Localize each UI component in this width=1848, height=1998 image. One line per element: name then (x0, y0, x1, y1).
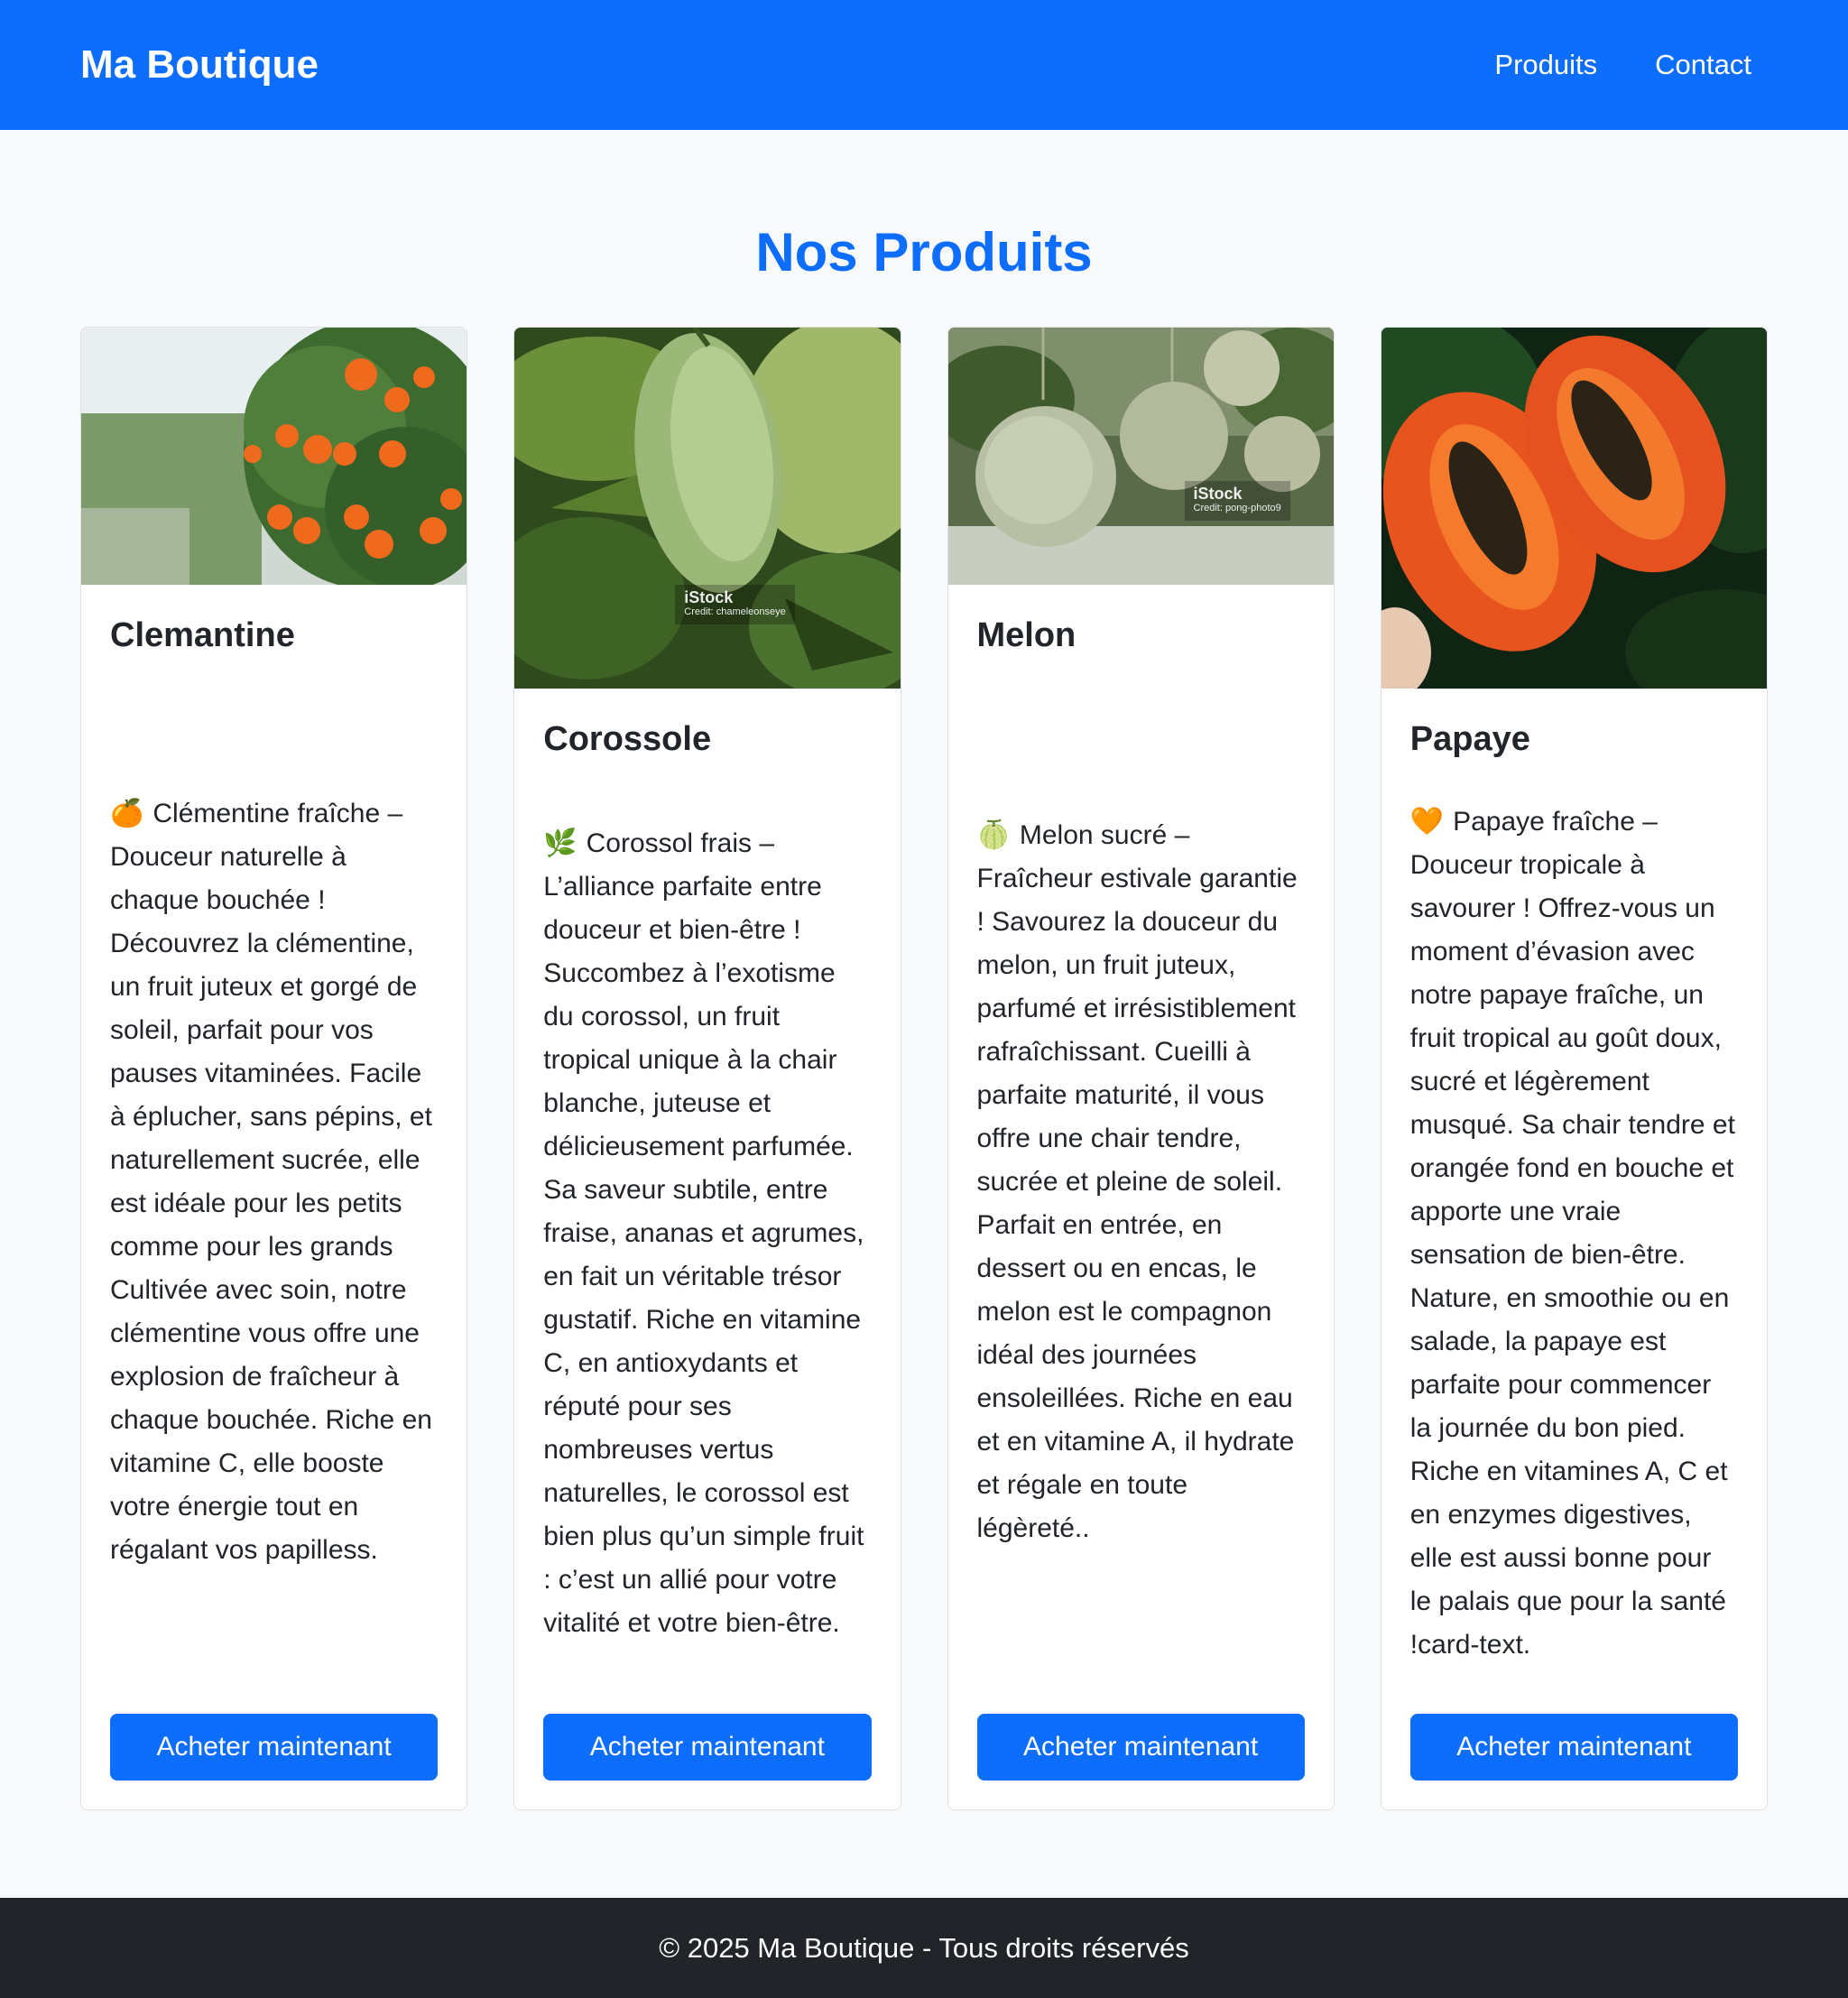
product-title: Papaye (1409, 720, 1530, 758)
herb-icon: 🌿 (543, 828, 578, 858)
card-body: Corossole 🌿 Corossol frais – L’alliance p… (514, 689, 900, 1809)
buy-now-button[interactable]: Acheter maintenant (976, 1714, 1305, 1781)
product-description: 🌿 Corossol frais – L’alliance parfaite en… (543, 775, 871, 1692)
product-title: Corossole (543, 720, 712, 758)
product-description: 🍈 Melon sucré – Fraîcheur estivale garant… (977, 671, 1305, 1692)
orange-heart-icon: 🧡 (1409, 807, 1445, 837)
card-body: Melon 🍈 Melon sucré – Fraîcheur estivale … (948, 585, 1334, 1809)
product-title: Clemantine (110, 616, 295, 654)
stock-watermark: iStock Credit: pong-photo9 (1184, 481, 1290, 521)
description-text: Clémentine fraîche – Douceur naturelle à… (110, 798, 432, 1565)
product-image: iStock Credit: chameleonseye (514, 328, 901, 689)
nav-link-produits[interactable]: Produits (1494, 49, 1597, 81)
product-title: Melon (976, 616, 1076, 654)
buy-now-button[interactable]: Acheter maintenant (110, 1714, 439, 1781)
product-grid: Clemantine 🍊 Clémentine fraîche – Douceur… (80, 327, 1768, 1810)
description-text: Papaye fraîche – Douceur tropicale à sav… (1409, 807, 1735, 1660)
tangerine-icon: 🍊 (110, 798, 144, 828)
copyright-text: © 2025 Ma Boutique - Tous droits réservé… (659, 1931, 1189, 1964)
footer: © 2025 Ma Boutique - Tous droits réservé… (0, 1898, 1848, 1998)
card-body: Papaye 🧡 Papaye fraîche – Douceur tropica… (1381, 689, 1767, 1809)
navbar: Ma Boutique Produits Contact (0, 0, 1848, 130)
nav-links: Produits Contact (1494, 49, 1751, 81)
product-card: iStock Credit: chameleonseye Corossole 🌿… (513, 327, 901, 1810)
buy-now-button[interactable]: Acheter maintenant (543, 1714, 872, 1781)
page-title: Nos Produits (755, 222, 1093, 282)
product-image: iStock Credit: pong-photo9 (947, 328, 1334, 585)
card-body: Clemantine 🍊 Clémentine fraîche – Douceur… (81, 585, 467, 1809)
brand-logo[interactable]: Ma Boutique (80, 42, 319, 88)
stock-watermark: iStock Credit: chameleonseye (675, 585, 795, 624)
description-text: Corossol frais – L’alliance parfaite ent… (543, 828, 864, 1638)
melon-icon: 🍈 (976, 819, 1011, 850)
product-description: 🍊 Clémentine fraîche – Douceur naturelle … (110, 671, 438, 1692)
product-image (81, 328, 467, 585)
nav-link-contact[interactable]: Contact (1655, 49, 1751, 81)
product-description: 🧡 Papaye fraîche – Douceur tropicale à sa… (1410, 775, 1738, 1692)
product-card: Papaye 🧡 Papaye fraîche – Douceur tropica… (1380, 327, 1768, 1810)
description-text: Melon sucré – Fraîcheur estivale garanti… (976, 819, 1298, 1543)
product-card: iStock Credit: pong-photo9 Melon 🍈 Melon … (947, 327, 1335, 1810)
product-card: Clemantine 🍊 Clémentine fraîche – Douceur… (80, 327, 468, 1810)
buy-now-button[interactable]: Acheter maintenant (1409, 1714, 1738, 1781)
product-image (1381, 328, 1767, 689)
